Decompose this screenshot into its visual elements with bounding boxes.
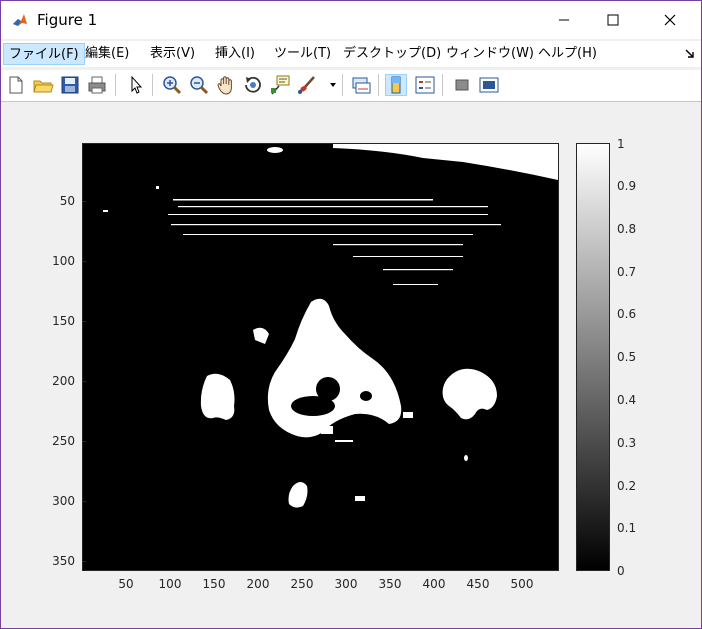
x-tick-label: 250	[290, 577, 314, 591]
close-button[interactable]	[647, 1, 693, 39]
rotate-3d-icon	[245, 76, 261, 93]
brush-button[interactable]	[296, 74, 318, 96]
y-tickmark	[82, 561, 86, 562]
colorbar-tick-label: 0	[617, 564, 625, 578]
colorbar-tick-label: 0.6	[617, 307, 637, 321]
x-tick-label: 300	[334, 577, 358, 591]
menu-view[interactable]: 表示(V)	[145, 43, 200, 65]
data-cursor-icon	[271, 75, 290, 95]
pointer-icon	[131, 75, 143, 94]
maximize-icon	[607, 14, 619, 26]
y-tick-label: 150	[52, 314, 75, 328]
y-tickmark	[82, 501, 86, 502]
open-file-icon	[33, 80, 54, 93]
zoom-out-button[interactable]	[188, 74, 210, 96]
legend-icon	[415, 76, 435, 94]
matlab-logo-icon	[11, 11, 29, 29]
show-plot-tools-icon	[479, 77, 499, 93]
colorbar-tick-label: 0.8	[617, 222, 637, 236]
brush-icon	[298, 76, 315, 94]
y-tickmark	[82, 321, 86, 322]
link-plot-button[interactable]	[350, 74, 372, 96]
x-tick-label: 100	[158, 577, 182, 591]
x-tick-label: 450	[466, 577, 490, 591]
data-cursor-button[interactable]	[269, 74, 291, 96]
x-tick-label: 50	[118, 577, 134, 591]
hide-plot-tools-icon	[455, 79, 469, 91]
menu-insert[interactable]: 挿入(I)	[210, 43, 260, 65]
menu-edit[interactable]: 編集(E)	[80, 43, 134, 65]
window-title: Figure 1	[37, 11, 98, 29]
figure-window: Figure 1 ファイル(F) 編集(E) 表示(V) 挿入(I) ツール(T…	[0, 0, 702, 629]
colorbar-tick-label: 1	[617, 137, 625, 151]
colorbar-tick-label: 0.1	[617, 521, 637, 535]
colorbar-button[interactable]	[385, 74, 407, 96]
y-tick-label: 350	[52, 554, 75, 568]
zoom-in-button[interactable]	[161, 74, 183, 96]
link-plot-icon	[352, 77, 371, 94]
colorbar-tick-label: 0.7	[617, 265, 637, 279]
y-tick-label: 100	[52, 254, 75, 268]
colorbar-icon	[391, 76, 401, 94]
menu-bar: ファイル(F) 編集(E) 表示(V) 挿入(I) ツール(T) デスクトップ(…	[1, 41, 701, 67]
y-tickmark	[82, 261, 86, 262]
colorbar-tick-label: 0.2	[617, 479, 637, 493]
menu-window[interactable]: ウィンドウ(W)	[441, 43, 539, 65]
hide-plot-tools-button[interactable]	[451, 74, 473, 96]
toolbar-separator	[152, 74, 153, 96]
x-tick-label: 400	[422, 577, 446, 591]
y-tick-label: 300	[52, 494, 75, 508]
print-icon	[88, 76, 106, 94]
pan-button[interactable]	[215, 74, 237, 96]
edit-plot-button[interactable]	[125, 74, 147, 96]
x-tick-label: 150	[202, 577, 226, 591]
show-plot-tools-button[interactable]	[478, 74, 500, 96]
colorbar-tick-label: 0.5	[617, 350, 637, 364]
y-tickmark	[82, 441, 86, 442]
menu-file[interactable]: ファイル(F)	[3, 43, 85, 65]
colorbar-tick-label: 0.3	[617, 436, 637, 450]
colorbar-tick-label: 0.9	[617, 179, 637, 193]
x-tick-label: 500	[510, 577, 534, 591]
zoom-in-icon	[163, 76, 182, 95]
title-bar: Figure 1	[1, 1, 701, 39]
toolbar-separator	[115, 74, 116, 96]
minimize-button[interactable]	[541, 1, 587, 39]
minimize-icon	[559, 19, 569, 21]
x-tick-label: 350	[378, 577, 402, 591]
brush-dropdown-icon[interactable]	[330, 83, 336, 87]
image-axes[interactable]	[82, 143, 559, 571]
rotate-3d-button[interactable]	[242, 74, 264, 96]
pan-icon	[217, 76, 232, 95]
y-tickmark	[82, 381, 86, 382]
menu-tools[interactable]: ツール(T)	[269, 43, 336, 65]
legend-button[interactable]	[414, 74, 436, 96]
new-figure-icon	[9, 76, 23, 94]
y-tick-label: 250	[52, 434, 75, 448]
open-file-button[interactable]	[32, 74, 54, 96]
menu-desktop[interactable]: デスクトップ(D)	[338, 43, 446, 65]
menu-help[interactable]: ヘルプ(H)	[533, 43, 602, 65]
x-tick-label: 200	[246, 577, 270, 591]
save-button[interactable]	[59, 74, 81, 96]
colorbar-tick-label: 0.4	[617, 393, 637, 407]
binary-image	[83, 144, 558, 570]
zoom-out-icon	[190, 76, 209, 95]
toolbar-separator	[342, 74, 343, 96]
figure-toolbar	[1, 70, 701, 102]
colorbar[interactable]	[576, 143, 610, 571]
close-icon	[664, 14, 676, 26]
toolbar-separator	[378, 74, 379, 96]
y-tickmark	[82, 201, 86, 202]
toolbar-separator	[442, 74, 443, 96]
y-tick-label: 200	[52, 374, 75, 388]
y-tick-label: 50	[59, 194, 75, 208]
maximize-button[interactable]	[590, 1, 636, 39]
save-icon	[61, 76, 79, 94]
dock-arrow-icon[interactable]	[685, 49, 695, 59]
print-button[interactable]	[86, 74, 108, 96]
new-figure-button[interactable]	[5, 74, 27, 96]
